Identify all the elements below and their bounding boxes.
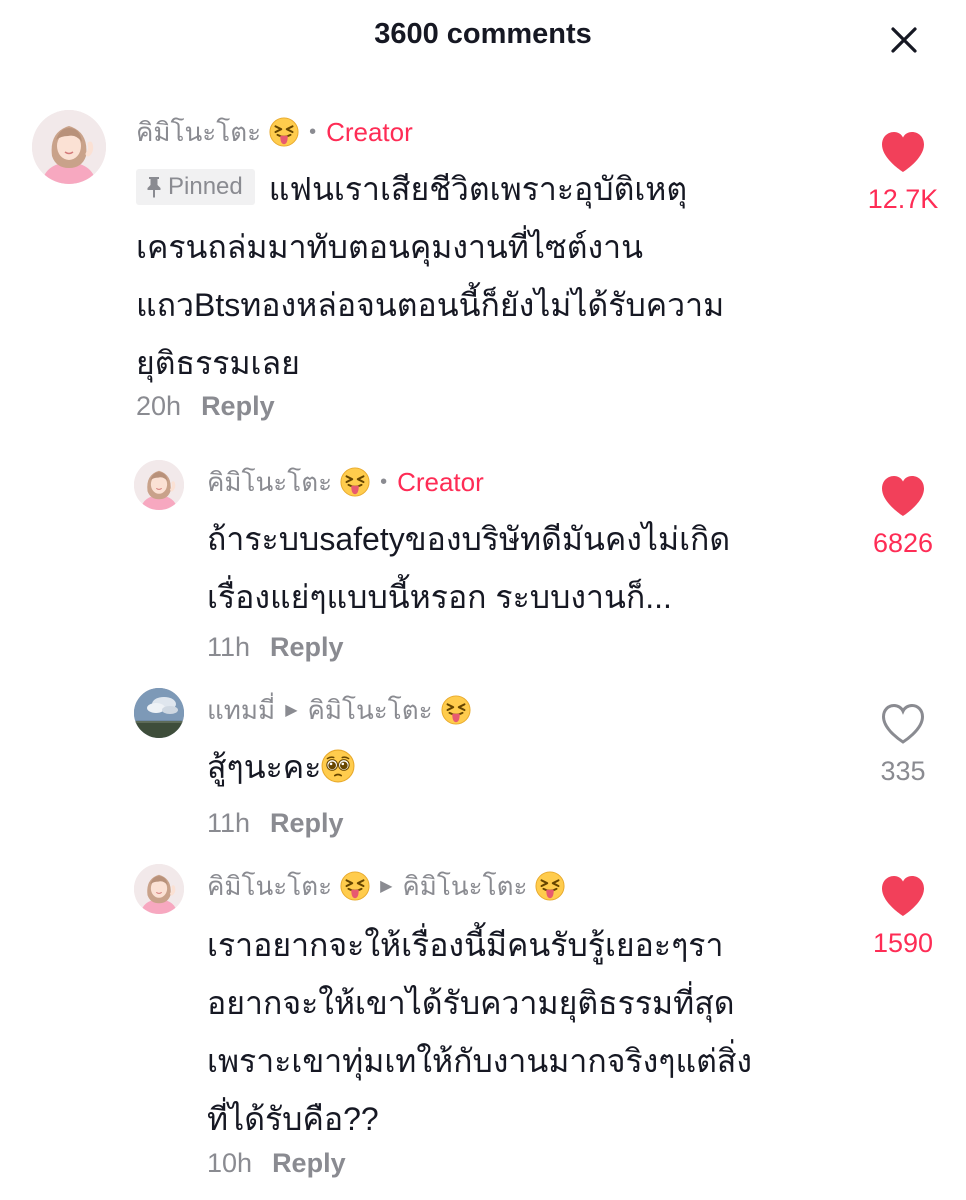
squinting-tongue-emoji-icon bbox=[340, 467, 370, 497]
comment-text: Pinned แฟนเราเสียชีวิตเพราะอุบัติเหตุ เคร… bbox=[136, 160, 724, 392]
comment-meta: แทมมี่ ▶ คิมิโนะโตะ bbox=[207, 692, 471, 728]
pin-icon bbox=[147, 177, 161, 198]
comment-footer: 20h Reply bbox=[136, 391, 275, 422]
reply-button[interactable]: Reply bbox=[272, 1148, 346, 1178]
separator-dot: • bbox=[309, 120, 317, 143]
creator-badge: Creator bbox=[326, 116, 413, 147]
comment-footer: 11h Reply bbox=[207, 632, 344, 663]
avatar[interactable] bbox=[32, 110, 106, 184]
like-count: 335 bbox=[880, 756, 926, 786]
close-icon bbox=[891, 27, 917, 53]
squinting-tongue-emoji-icon bbox=[340, 871, 370, 901]
comment-line: สู้ๆนะคะ bbox=[207, 738, 355, 796]
squinting-tongue-emoji-icon bbox=[535, 871, 565, 901]
comments-header: 3600 comments bbox=[0, 0, 966, 80]
comment-text: เราอยากจะให้เรื่องนี้มีคนรับรู้เยอะๆรา อ… bbox=[207, 916, 752, 1148]
avatar[interactable] bbox=[134, 864, 184, 914]
creator-badge: Creator bbox=[397, 466, 484, 497]
like-group: 12.7K bbox=[858, 130, 948, 215]
squinting-tongue-emoji-icon bbox=[269, 117, 299, 147]
comment-line: Pinned แฟนเราเสียชีวิตเพราะอุบัติเหตุ bbox=[136, 160, 724, 218]
comment-line: ถ้าระบบsafetyของบริษัทดีมันคงไม่เกิด bbox=[207, 521, 731, 557]
like-group: 6826 bbox=[858, 474, 948, 559]
comment-text: ถ้าระบบsafetyของบริษัทดีมันคงไม่เกิด เรื… bbox=[207, 510, 730, 626]
comment-line: อยากจะให้เขาได้รับความยุติธรรมที่สุด bbox=[207, 985, 735, 1021]
comment-line: เราอยากจะให้เรื่องนี้มีคนรับรู้เยอะๆรา bbox=[207, 927, 724, 963]
comment-time: 10h bbox=[207, 1148, 253, 1178]
pleading-face-emoji-icon bbox=[321, 749, 355, 783]
comment-line: เครนถล่มมาทับตอนคุมงานที่ไซต์งาน bbox=[136, 229, 643, 265]
reply-to-username[interactable]: คิมิโนะโตะ bbox=[308, 690, 433, 731]
comment-line: เพราะเขาทุ่มเทให้กับงานมากจริงๆแต่สิ่ง bbox=[207, 1043, 752, 1079]
reply-to-username[interactable]: คิมิโนะโตะ bbox=[402, 866, 527, 907]
comment-line: ยุติธรรมเลย bbox=[136, 345, 300, 381]
heart-outline-icon[interactable] bbox=[879, 702, 927, 746]
comment-time: 20h bbox=[136, 391, 182, 421]
reply-button[interactable]: Reply bbox=[270, 808, 344, 838]
pinned-label: Pinned bbox=[168, 173, 243, 200]
comment-time: 11h bbox=[207, 632, 251, 662]
separator-dot: • bbox=[380, 470, 388, 493]
comments-panel: 3600 comments คิมิโนะโตะ • Creator Pinne… bbox=[0, 0, 966, 1200]
comment-meta: คิมิโนะโตะ ▶ คิมิโนะโตะ bbox=[207, 868, 565, 904]
comment-line-text: สู้ๆนะคะ bbox=[207, 749, 322, 785]
like-count: 6826 bbox=[872, 528, 934, 558]
like-group: 1590 bbox=[858, 874, 948, 959]
heart-filled-icon[interactable] bbox=[879, 874, 927, 918]
username[interactable]: คิมิโนะโตะ bbox=[207, 866, 332, 907]
avatar[interactable] bbox=[134, 688, 184, 738]
pinned-badge: Pinned bbox=[136, 169, 255, 205]
comment-time: 11h bbox=[207, 808, 251, 838]
comment-footer: 10h Reply bbox=[207, 1148, 346, 1179]
reply-arrow-icon: ▶ bbox=[380, 878, 393, 895]
reply-arrow-icon: ▶ bbox=[285, 702, 298, 719]
comment-line: ที่ได้รับคือ?? bbox=[207, 1101, 379, 1137]
like-group: 335 bbox=[858, 702, 948, 787]
username[interactable]: คิมิโนะโตะ bbox=[136, 112, 261, 153]
comments-count-title: 3600 comments bbox=[374, 18, 592, 50]
comment-text: สู้ๆนะคะ bbox=[207, 738, 355, 796]
like-count: 1590 bbox=[872, 928, 934, 958]
reply-button[interactable]: Reply bbox=[270, 632, 344, 662]
username[interactable]: แทมมี่ bbox=[207, 690, 275, 731]
username[interactable]: คิมิโนะโตะ bbox=[207, 462, 332, 503]
reply-button[interactable]: Reply bbox=[201, 391, 275, 421]
heart-filled-icon[interactable] bbox=[879, 474, 927, 518]
comment-footer: 11h Reply bbox=[207, 808, 344, 839]
avatar[interactable] bbox=[134, 460, 184, 510]
comment-line-text: แฟนเราเสียชีวิตเพราะอุบัติเหตุ bbox=[268, 171, 688, 207]
comment-line: เรื่องแย่ๆแบบนี้หรอก ระบบงานก็... bbox=[207, 579, 672, 615]
comment-meta: คิมิโนะโตะ • Creator bbox=[207, 464, 484, 500]
like-count: 12.7K bbox=[867, 184, 939, 214]
heart-filled-icon[interactable] bbox=[879, 130, 927, 174]
squinting-tongue-emoji-icon bbox=[441, 695, 471, 725]
comment-meta: คิมิโนะโตะ • Creator bbox=[136, 114, 413, 150]
close-button[interactable] bbox=[884, 20, 924, 60]
comment-line: แถวBtsทองหล่อจนตอนนี้ก็ยังไม่ได้รับความ bbox=[136, 287, 725, 323]
